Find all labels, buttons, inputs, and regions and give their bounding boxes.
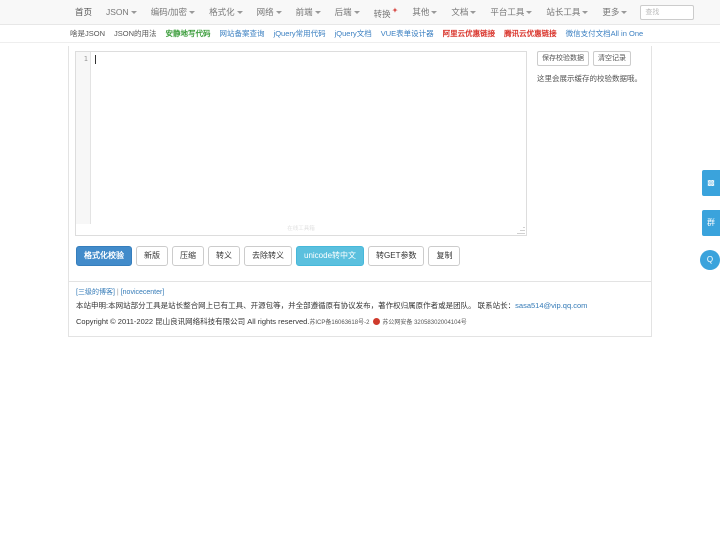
footer-blog-link[interactable]: [三级的博客] [76, 289, 115, 296]
chevron-down-icon [236, 11, 243, 15]
nav-item-json[interactable]: JSON [99, 0, 144, 24]
nav-item-label: 编码/加密 [150, 7, 188, 17]
nav-item-label: 后端 [334, 7, 352, 17]
chevron-down-icon [582, 11, 589, 15]
chevron-down-icon [470, 11, 477, 15]
chevron-down-icon [431, 11, 438, 15]
nav-item-label: JSON [106, 7, 129, 17]
nav-item-label: 转换 [373, 8, 391, 19]
nav-item-home[interactable]: 首页 [68, 0, 99, 24]
footer-novice-link[interactable]: [novicecenter] [121, 289, 165, 296]
format-validate-button[interactable]: 格式化校验 [76, 246, 132, 266]
quick-links-bar: 啥是JSON JSON的用法 安静地写代码 网站备案查询 jQuery常用代码 … [0, 25, 720, 43]
editor-body: 1 [76, 52, 526, 224]
footer-statement: 本站申明:本网站部分工具是站长整合网上已有工具、开源包等，并全部遵循原有协议发布… [76, 299, 644, 312]
nav-item-network[interactable]: 网络 [250, 0, 289, 24]
cache-panel: 保存校验数据 清空记录 这里会展示缓存的校验数据哦。 [527, 51, 645, 236]
group-chat-icon[interactable]: 群 [702, 210, 720, 236]
nav-item-frontend[interactable]: 前端 [289, 0, 328, 24]
footer-icp-link[interactable]: 苏ICP备16063618号-2 [309, 320, 369, 326]
quick-link-jquery-docs[interactable]: jQuery文档 [335, 28, 372, 39]
nav-item-label: 文档 [451, 7, 469, 17]
nav-item-platform-tools[interactable]: 平台工具 [483, 0, 539, 24]
nav-item-label: 格式化 [209, 7, 235, 17]
nav-item-convert[interactable]: 转换✦ [367, 0, 406, 25]
new-version-button[interactable]: 新版 [136, 246, 168, 266]
unicode-to-chinese-button[interactable]: unicode转中文 [296, 246, 365, 266]
quick-link-json-usage[interactable]: JSON的用法 [114, 28, 157, 39]
cache-panel-hint: 这里会展示缓存的校验数据哦。 [537, 74, 642, 83]
nav-item-label: 网络 [256, 7, 274, 17]
line-number: 1 [83, 55, 88, 63]
qrcode-icon[interactable]: ▩ [702, 170, 720, 196]
cache-panel-buttons: 保存校验数据 清空记录 [537, 51, 645, 66]
police-badge-icon [373, 318, 381, 325]
action-button-row: 格式化校验 新版 压缩 转义 去除转义 unicode转中文 转GET参数 复制 [75, 246, 645, 266]
footer-police-beian-link[interactable]: 苏公网安备 32058302004104号 [382, 320, 466, 326]
chevron-down-icon [621, 11, 628, 15]
footer-email[interactable]: sasa514@vip.qq.com [515, 301, 587, 310]
json-editor[interactable]: 1 在线工具箱 [75, 51, 527, 236]
nav-item-label: 站长工具 [546, 7, 581, 17]
quick-link-tencent-promo[interactable]: 腾讯云优惠链接 [504, 28, 557, 39]
nav-item-label: 其他 [412, 7, 430, 17]
nav-item-format[interactable]: 格式化 [202, 0, 250, 24]
footer-copyright-text: Copyright © 2011-2022 昆山良讯网络科技有限公司 All r… [76, 317, 310, 326]
quick-link-what-is-json[interactable]: 啥是JSON [70, 28, 105, 39]
chevron-down-icon [189, 11, 196, 15]
main-navbar: 首页 JSON 编码/加密 格式化 网络 前端 后端 转换✦ 其他 文档 平台工 [0, 0, 720, 25]
nav-item-label: 平台工具 [490, 7, 525, 17]
floating-rail: ▩ 群 Q [700, 170, 720, 270]
nav-item-backend[interactable]: 后端 [328, 0, 367, 24]
clear-records-button[interactable]: 清空记录 [593, 51, 631, 66]
nav-item-encoding[interactable]: 编码/加密 [144, 0, 202, 24]
nav-item-label: 更多 [602, 7, 620, 17]
quick-link-quiet-coding[interactable]: 安静地写代码 [166, 28, 211, 39]
editor-textarea[interactable] [91, 52, 526, 224]
footer-friend-links: [三级的博客] | [novicecenter] [76, 287, 644, 299]
copy-button[interactable]: 复制 [428, 246, 461, 266]
search-input[interactable]: 查找 [640, 4, 695, 20]
compress-button[interactable]: 压缩 [172, 246, 204, 266]
hot-badge-icon: ✦ [391, 5, 399, 15]
nav-item-more[interactable]: 更多 [595, 0, 634, 24]
editor-resize-handle[interactable] [517, 226, 525, 234]
save-validation-data-button[interactable]: 保存校验数据 [537, 51, 589, 66]
chevron-down-icon [526, 11, 533, 15]
nav-item-label: 前端 [295, 7, 313, 17]
chevron-down-icon [130, 11, 137, 15]
nav-item-docs[interactable]: 文档 [444, 0, 483, 24]
search-icon[interactable]: Q [700, 250, 720, 270]
footer-statement-text: 本站申明:本网站部分工具是站长整合网上已有工具、开源包等，并全部遵循原有协议发布… [76, 301, 516, 310]
escape-button[interactable]: 转义 [208, 246, 240, 266]
page-footer: [三级的博客] | [novicecenter] 本站申明:本网站部分工具是站长整合… [68, 281, 652, 337]
chevron-down-icon [314, 11, 321, 15]
chevron-down-icon [275, 11, 282, 15]
page-root: 首页 JSON 编码/加密 格式化 网络 前端 后端 转换✦ 其他 文档 平台工 [0, 0, 720, 540]
nav-item-other[interactable]: 其他 [405, 0, 444, 24]
quick-link-vue-form-designer[interactable]: VUE表单设计器 [381, 28, 434, 39]
quick-link-aliyun-promo[interactable]: 阿里云优惠链接 [443, 28, 496, 39]
text-cursor [95, 55, 96, 64]
quick-link-wechat-pay-docs[interactable]: 微信支付文档All in One [566, 28, 644, 39]
quick-link-icp-lookup[interactable]: 网站备案查询 [220, 28, 265, 39]
nav-item-label: 首页 [75, 7, 93, 17]
chevron-down-icon [353, 11, 360, 15]
quick-link-jquery-snippets[interactable]: jQuery常用代码 [274, 28, 326, 39]
unescape-button[interactable]: 去除转义 [244, 246, 292, 266]
line-number-gutter: 1 [76, 52, 91, 224]
nav-item-webmaster-tools[interactable]: 站长工具 [539, 0, 595, 24]
footer-copyright: Copyright © 2011-2022 昆山良讯网络科技有限公司 All r… [76, 315, 644, 330]
editor-watermark: 在线工具箱 [76, 224, 526, 235]
workspace-row: 1 在线工具箱 保存校验数据 清空记录 这里会展示缓存的校验数据哦。 [75, 51, 645, 236]
to-get-params-button[interactable]: 转GET参数 [368, 246, 425, 266]
